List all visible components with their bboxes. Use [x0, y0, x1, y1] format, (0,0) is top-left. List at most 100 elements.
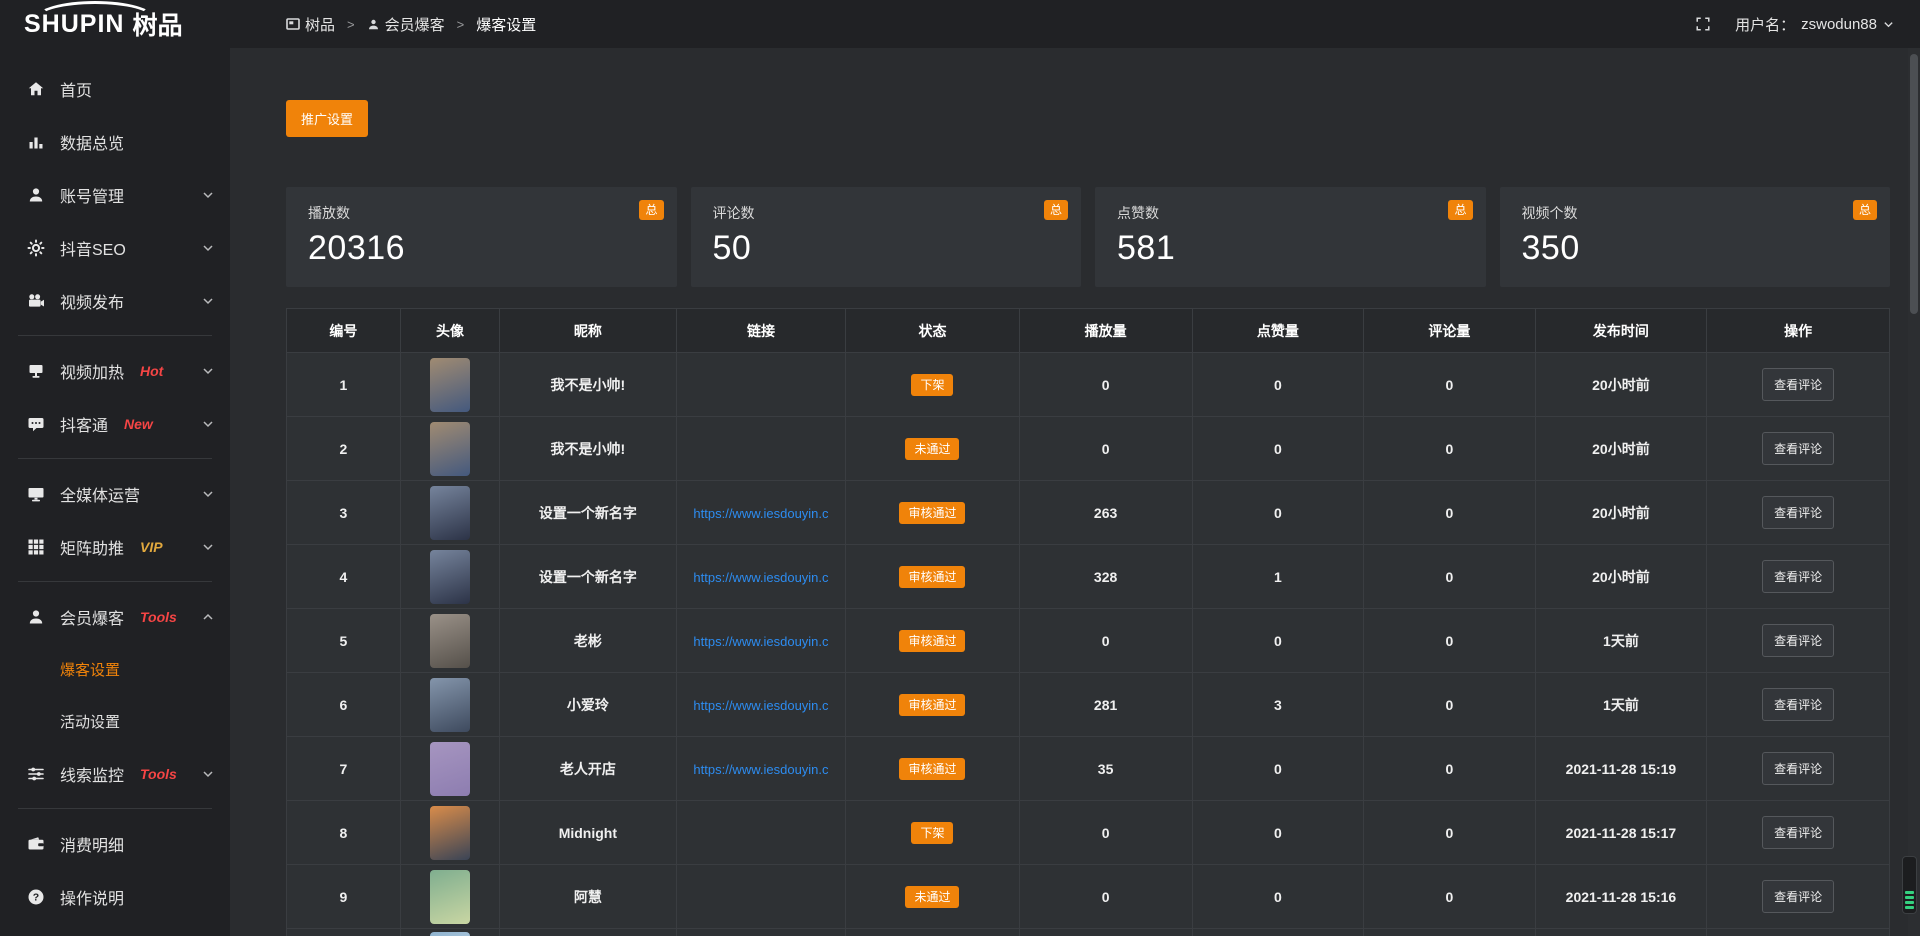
cell-comments: 0	[1364, 673, 1536, 737]
cell-nickname: 设置一个新名字	[500, 545, 676, 609]
cell-avatar	[400, 673, 499, 737]
sidebar-item-label: 数据总览	[60, 130, 124, 154]
table-row: 3 设置一个新名字 https://www.iesdouyin.c 审核通过 2…	[287, 481, 1890, 545]
chevron-up-icon	[202, 611, 214, 623]
view-comments-button[interactable]: 查看评论	[1762, 816, 1834, 849]
breadcrumb-separator: >	[457, 17, 465, 32]
fullscreen-icon[interactable]	[1695, 16, 1711, 32]
table-row: 2 我不是小帅! 未通过 0 0 0 20小时前 查看评论	[287, 417, 1890, 481]
cell-actions: 查看评论	[1707, 481, 1890, 545]
video-link[interactable]: https://www.iesdouyin.c	[693, 506, 828, 521]
stat-card-plays: 播放数 20316 总	[286, 187, 677, 287]
cell-actions: 查看评论	[1707, 545, 1890, 609]
video-link[interactable]: https://www.iesdouyin.c	[693, 698, 828, 713]
view-comments-button[interactable]: 查看评论	[1762, 688, 1834, 721]
cell-comments: 0	[1364, 545, 1536, 609]
cell-time: 1天前	[1535, 609, 1707, 673]
sidebar-item-video-heat[interactable]: 视频加热 Hot	[0, 344, 230, 397]
cell-nickname: 我不是小帅!	[500, 417, 676, 481]
cell-likes: 0	[1192, 801, 1364, 865]
user-icon	[367, 18, 380, 31]
avatar	[430, 742, 470, 796]
sidebar-item-spending-details[interactable]: 消费明细	[0, 817, 230, 870]
sidebar-item-douyin-seo[interactable]: 抖音SEO	[0, 221, 230, 274]
cell-plays: 0	[1019, 801, 1192, 865]
cell-nickname: Midnight	[500, 801, 676, 865]
stat-card-comments: 评论数 50 总	[691, 187, 1082, 287]
sidebar-item-video-publish[interactable]: 视频发布	[0, 274, 230, 327]
sidebar-item-label: 消费明细	[60, 832, 124, 856]
cell-likes: 0	[1192, 609, 1364, 673]
cell-likes: 0	[1192, 865, 1364, 929]
chevron-down-icon	[202, 189, 214, 201]
sidebar-item-data-overview[interactable]: 数据总览	[0, 115, 230, 168]
sidebar-subitem-activity-settings[interactable]: 活动设置	[0, 695, 230, 747]
cell-actions: 查看评论	[1707, 801, 1890, 865]
status-badge: 审核通过	[899, 694, 965, 716]
avatar	[430, 678, 470, 732]
avatar	[430, 932, 470, 936]
sidebar-item-home[interactable]: 首页	[0, 62, 230, 115]
sidebar-item-instructions[interactable]: ? 操作说明	[0, 870, 230, 923]
new-badge: New	[124, 416, 153, 432]
cell-index: 8	[287, 801, 401, 865]
cell-plays: 35	[1019, 737, 1192, 801]
video-link[interactable]: https://www.iesdouyin.c	[693, 570, 828, 585]
scrollbar-thumb[interactable]	[1910, 54, 1918, 314]
cell-plays: 0	[1019, 865, 1192, 929]
view-comments-button[interactable]: 查看评论	[1762, 496, 1834, 529]
cell-likes: 0	[1192, 737, 1364, 801]
sidebar-item-matrix-boost[interactable]: 矩阵助推 VIP	[0, 520, 230, 573]
video-link[interactable]: https://www.iesdouyin.c	[693, 762, 828, 777]
view-comments-button[interactable]: 查看评论	[1762, 560, 1834, 593]
cell-plays: 328	[1019, 545, 1192, 609]
breadcrumb-member[interactable]: 会员爆客	[367, 14, 445, 35]
col-header-avatar: 头像	[400, 309, 499, 353]
cell-avatar	[400, 353, 499, 417]
view-comments-button[interactable]: 查看评论	[1762, 368, 1834, 401]
sidebar-divider	[18, 458, 212, 459]
cell-nickname: 阿慧	[500, 865, 676, 929]
cell-link: https://www.iesdouyin.c	[676, 481, 846, 545]
view-comments-button[interactable]: 查看评论	[1762, 752, 1834, 785]
cell-likes: 1	[1192, 545, 1364, 609]
cell-avatar	[400, 865, 499, 929]
cell-status: 未通过	[846, 865, 1019, 929]
scroll-indicator	[1902, 856, 1917, 914]
sidebar-subitem-label: 爆客设置	[60, 659, 120, 680]
sidebar-item-douketong[interactable]: 抖客通 New	[0, 397, 230, 450]
view-comments-button[interactable]: 查看评论	[1762, 432, 1834, 465]
cell-comments: 0	[1364, 737, 1536, 801]
promo-settings-button[interactable]: 推广设置	[286, 100, 368, 137]
sidebar-subitem-baoke-settings[interactable]: 爆客设置	[0, 643, 230, 695]
cell-link: https://www.iesdouyin.c	[676, 545, 846, 609]
cell-actions: 查看评论	[1707, 353, 1890, 417]
sidebar-item-lead-monitor[interactable]: 线索监控 Tools	[0, 747, 230, 800]
cell-index: 5	[287, 609, 401, 673]
tools-badge: Tools	[140, 609, 177, 625]
sidebar-item-member-baoke[interactable]: 会员爆客 Tools	[0, 590, 230, 643]
sidebar-item-media-ops[interactable]: 全媒体运营	[0, 467, 230, 520]
cell-time: 20小时前	[1535, 545, 1707, 609]
sidebar-item-label: 账号管理	[60, 183, 124, 207]
col-header-actions: 操作	[1707, 309, 1890, 353]
total-badge: 总	[1853, 200, 1877, 220]
cell-plays: 281	[1019, 673, 1192, 737]
cell-comments: 0	[1364, 609, 1536, 673]
stat-cards: 播放数 20316 总 评论数 50 总 点赞数 581 总 视频个数 350 …	[286, 187, 1890, 287]
cell-nickname: 我不是小帅!	[500, 353, 676, 417]
view-comments-button[interactable]: 查看评论	[1762, 624, 1834, 657]
sidebar-item-accounts[interactable]: 账号管理	[0, 168, 230, 221]
video-link[interactable]: https://www.iesdouyin.c	[693, 634, 828, 649]
user-menu[interactable]: 用户名： zswodun88	[1735, 14, 1894, 35]
wallet-icon	[27, 835, 45, 853]
chevron-down-icon	[202, 541, 214, 553]
stat-label: 点赞数	[1117, 203, 1464, 223]
table-header-row: 编号 头像 昵称 链接 状态 播放量 点赞量 评论量 发布时间 操作	[287, 309, 1890, 353]
breadcrumb-separator: >	[347, 17, 355, 32]
view-comments-button[interactable]: 查看评论	[1762, 880, 1834, 913]
billboard-icon	[27, 362, 45, 380]
stat-value: 20316	[308, 229, 655, 268]
breadcrumb-home[interactable]: 树品	[286, 14, 335, 35]
cell-nickname: 小爱玲	[500, 673, 676, 737]
